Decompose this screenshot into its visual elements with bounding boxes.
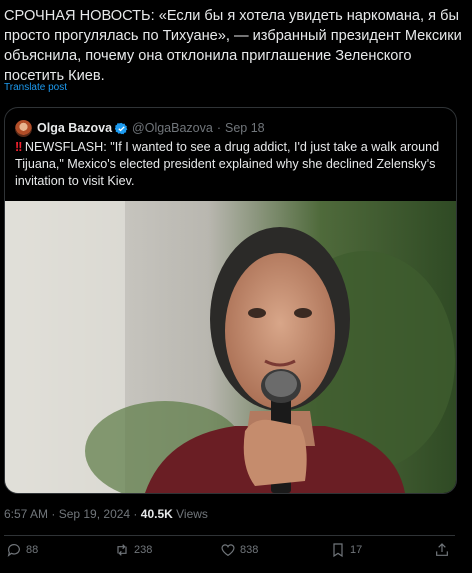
post-timestamp[interactable]: 6:57 AM · Sep 19, 2024 · xyxy=(4,507,141,521)
share-button[interactable] xyxy=(434,542,454,558)
quoted-post-photo[interactable] xyxy=(5,201,456,493)
views-label: Views xyxy=(172,507,208,521)
post-text: СРОЧНАЯ НОВОСТЬ: «Если бы я хотела увиде… xyxy=(4,8,462,84)
quoted-post-card[interactable]: Olga Bazova @OlgaBazova · Sep 18 !! NEWS… xyxy=(4,107,457,494)
double-exclamation-icon: !! xyxy=(15,140,22,154)
repost-count: 238 xyxy=(134,544,153,556)
like-count: 838 xyxy=(240,544,259,556)
avatar[interactable] xyxy=(15,119,32,137)
author-name[interactable]: Olga Bazova xyxy=(37,121,112,135)
post-metadata: 6:57 AM · Sep 19, 2024 · 40.5K Views xyxy=(4,507,208,521)
action-bar: 88 238 838 17 xyxy=(4,542,452,564)
quoted-post-body: NEWSFLASH: "If I wanted to see a drug ad… xyxy=(15,140,440,188)
views-count: 40.5K xyxy=(140,507,173,521)
bookmark-button[interactable]: 17 xyxy=(330,542,362,558)
author-handle[interactable]: @OlgaBazova xyxy=(132,121,213,135)
separator-dot: · xyxy=(216,121,221,135)
like-button[interactable]: 838 xyxy=(220,542,258,558)
quoted-post-header: Olga Bazova @OlgaBazova · Sep 18 xyxy=(15,119,265,137)
divider xyxy=(4,535,455,536)
heart-icon xyxy=(221,544,235,557)
bookmark-icon xyxy=(333,543,343,558)
reply-count: 88 xyxy=(26,544,39,556)
share-icon xyxy=(436,543,448,556)
translate-post-link[interactable]: Translate post xyxy=(4,82,67,93)
quoted-post-text: !! NEWSFLASH: "If I wanted to see a drug… xyxy=(15,139,445,190)
repost-icon xyxy=(117,544,127,556)
reply-icon xyxy=(7,544,20,557)
reply-button[interactable]: 88 xyxy=(6,542,38,558)
bookmark-count: 17 xyxy=(350,544,363,556)
repost-button[interactable]: 238 xyxy=(114,542,152,558)
verified-badge-icon xyxy=(115,122,128,134)
post-date[interactable]: Sep 18 xyxy=(225,121,265,135)
